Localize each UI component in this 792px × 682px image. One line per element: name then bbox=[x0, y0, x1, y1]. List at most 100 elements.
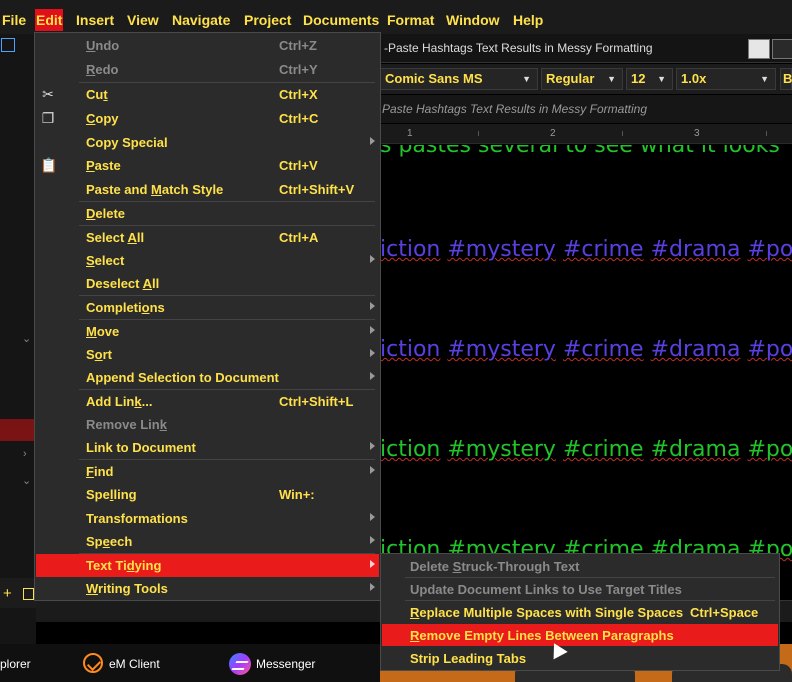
line-spacing-select[interactable]: 1.0x ▼ bbox=[676, 68, 776, 90]
menu-item-text-tidying[interactable]: Text Tidying bbox=[36, 554, 379, 577]
font-size-select[interactable]: 12 ▼ bbox=[626, 68, 673, 90]
binder-view-toggle-icon[interactable] bbox=[1, 38, 15, 52]
menu-item-move[interactable]: Move bbox=[36, 320, 379, 343]
submenu-arrow-icon bbox=[370, 513, 375, 521]
menu-item-sort[interactable]: Sort bbox=[36, 343, 379, 366]
submenu-item-strip-leading-tabs[interactable]: Strip Leading Tabs bbox=[382, 647, 778, 669]
add-icon[interactable]: + bbox=[3, 585, 12, 602]
submenu-item-replace-spaces[interactable]: Replace Multiple Spaces with Single Spac… bbox=[382, 601, 778, 623]
menu-item-add-link[interactable]: Add Link... Ctrl+Shift+L bbox=[36, 390, 379, 413]
chevron-right-icon[interactable]: › bbox=[23, 448, 27, 460]
document-header: -Paste Hashtags Text Results in Messy Fo… bbox=[380, 34, 792, 63]
taskbar-explorer-label[interactable]: plorer bbox=[0, 657, 31, 671]
submenu-arrow-icon bbox=[370, 372, 375, 380]
menu-item-transformations[interactable]: Transformations bbox=[36, 507, 379, 530]
scissors-icon: ✂ bbox=[42, 86, 54, 102]
menu-item-remove-link[interactable]: Remove Link bbox=[36, 413, 379, 436]
submenu-item-label: Remove Empty Lines Between Paragraphs bbox=[410, 628, 674, 643]
chevron-down-icon[interactable]: ⌄ bbox=[22, 332, 31, 345]
submenu-arrow-icon bbox=[370, 255, 375, 263]
ruler[interactable]: 1 2 3 bbox=[380, 124, 792, 144]
menu-item-label: Delete bbox=[86, 206, 126, 221]
font-family-select[interactable]: Comic Sans MS ▼ bbox=[380, 68, 538, 90]
menu-help[interactable]: Help bbox=[512, 9, 544, 31]
messenger-icon[interactable] bbox=[229, 653, 251, 675]
menu-view[interactable]: View bbox=[126, 9, 160, 31]
paste-icon: 📋 bbox=[40, 157, 58, 173]
menu-item-paste[interactable]: 📋 Paste Ctrl+V bbox=[36, 154, 379, 177]
submenu-item-label: Replace Multiple Spaces with Single Spac… bbox=[410, 605, 684, 620]
menu-item-label: Writing Tools bbox=[86, 581, 168, 596]
menu-item-shortcut: Ctrl+X bbox=[279, 87, 318, 102]
menu-item-label: Sort bbox=[86, 347, 113, 362]
menu-documents[interactable]: Documents bbox=[302, 9, 380, 31]
menu-item-label: Undo bbox=[86, 38, 120, 53]
bold-button-label: B bbox=[783, 71, 792, 86]
submenu-item-label: Strip Leading Tabs bbox=[410, 651, 527, 666]
ruler-number: 3 bbox=[694, 128, 700, 139]
menu-edit[interactable]: Edit bbox=[35, 9, 64, 31]
menu-item-completions[interactable]: Completions bbox=[36, 296, 379, 319]
menu-item-link-to-document[interactable]: Link to Document bbox=[36, 436, 379, 459]
split-view-icon[interactable] bbox=[772, 39, 792, 59]
submenu-item-update-links[interactable]: Update Document Links to Use Target Titl… bbox=[382, 578, 778, 600]
menu-item-redo[interactable]: Redo Ctrl+Y bbox=[36, 58, 379, 81]
caret-down-icon: ▼ bbox=[760, 74, 769, 84]
editor-line: iction #mystery #crime #drama #po bbox=[380, 237, 792, 262]
edit-menu: Undo Ctrl+Z Redo Ctrl+Y ✂ Cut Ctrl+X ❐ Copy Ct… bbox=[34, 32, 381, 601]
menu-item-paste-match-style[interactable]: Paste and Match Style Ctrl+Shift+V bbox=[36, 178, 379, 201]
bold-button[interactable]: B bbox=[780, 68, 792, 90]
menu-item-label: Link to Document bbox=[86, 440, 196, 455]
menu-item-copy-special[interactable]: Copy Special bbox=[36, 131, 379, 154]
menu-item-spelling[interactable]: Spelling Win+: bbox=[36, 483, 379, 506]
em-client-icon[interactable] bbox=[83, 653, 103, 673]
menu-item-label: Paste and Match Style bbox=[86, 182, 224, 197]
submenu-arrow-icon bbox=[370, 560, 375, 568]
menu-item-label: Remove Link bbox=[86, 417, 167, 432]
menu-file[interactable]: File bbox=[1, 9, 27, 31]
submenu-item-delete-struck-through[interactable]: Delete Struck-Through Text bbox=[382, 555, 778, 577]
menu-item-shortcut: Win+: bbox=[279, 487, 315, 502]
menu-item-select[interactable]: Select bbox=[36, 249, 379, 272]
menu-format[interactable]: Format bbox=[386, 9, 435, 31]
menu-item-label: Transformations bbox=[86, 511, 188, 526]
menu-project[interactable]: Project bbox=[243, 9, 292, 31]
font-style-select[interactable]: Regular ▼ bbox=[541, 68, 623, 90]
menu-item-label: Move bbox=[86, 324, 120, 339]
menu-item-label: Spelling bbox=[86, 487, 137, 502]
submenu-item-remove-empty-lines[interactable]: Remove Empty Lines Between Paragraphs bbox=[382, 624, 778, 646]
ruler-number: 2 bbox=[550, 128, 556, 139]
menu-item-speech[interactable]: Speech bbox=[36, 530, 379, 553]
chevron-down-icon[interactable]: ⌄ bbox=[22, 474, 31, 487]
taskbar-messenger-label[interactable]: Messenger bbox=[256, 657, 315, 671]
menu-item-select-all[interactable]: Select All Ctrl+A bbox=[36, 226, 379, 249]
menu-item-cut[interactable]: ✂ Cut Ctrl+X bbox=[36, 83, 379, 106]
menu-item-append-selection[interactable]: Append Selection to Document bbox=[36, 366, 379, 389]
menu-item-deselect-all[interactable]: Deselect All bbox=[36, 272, 379, 295]
menu-window[interactable]: Window bbox=[445, 9, 501, 31]
text-editor[interactable]: s pastes several to see what it looks ic… bbox=[380, 145, 792, 605]
menu-item-undo[interactable]: Undo Ctrl+Z bbox=[36, 34, 379, 57]
menu-navigate[interactable]: Navigate bbox=[171, 9, 231, 31]
app-window: File Edit Insert View Navigate Project D… bbox=[0, 0, 792, 682]
font-size-value: 12 bbox=[631, 71, 646, 86]
add-folder-icon[interactable] bbox=[23, 588, 34, 600]
menu-item-label: Find bbox=[86, 464, 114, 479]
taskbar-emclient-label[interactable]: eM Client bbox=[109, 657, 160, 671]
menu-item-label: Deselect All bbox=[86, 276, 160, 291]
menu-item-label: Add Link... bbox=[86, 394, 153, 409]
submenu-arrow-icon bbox=[370, 442, 375, 450]
menu-item-delete[interactable]: Delete bbox=[36, 202, 379, 225]
menu-item-shortcut: Ctrl+Z bbox=[279, 38, 317, 53]
binder-selected-row[interactable] bbox=[0, 419, 36, 441]
menu-item-copy[interactable]: ❐ Copy Ctrl+C bbox=[36, 107, 379, 130]
menu-insert[interactable]: Insert bbox=[75, 9, 115, 31]
menu-item-label: Paste bbox=[86, 158, 121, 173]
menu-item-find[interactable]: Find bbox=[36, 460, 379, 483]
page-view-icon[interactable] bbox=[748, 39, 770, 59]
submenu-arrow-icon bbox=[370, 137, 375, 145]
ruler-tick bbox=[622, 131, 623, 136]
document-subtitle: Paste Hashtags Text Results in Messy For… bbox=[382, 102, 647, 116]
menu-item-writing-tools[interactable]: Writing Tools bbox=[36, 577, 379, 600]
menu-item-shortcut: Ctrl+Y bbox=[279, 62, 318, 77]
